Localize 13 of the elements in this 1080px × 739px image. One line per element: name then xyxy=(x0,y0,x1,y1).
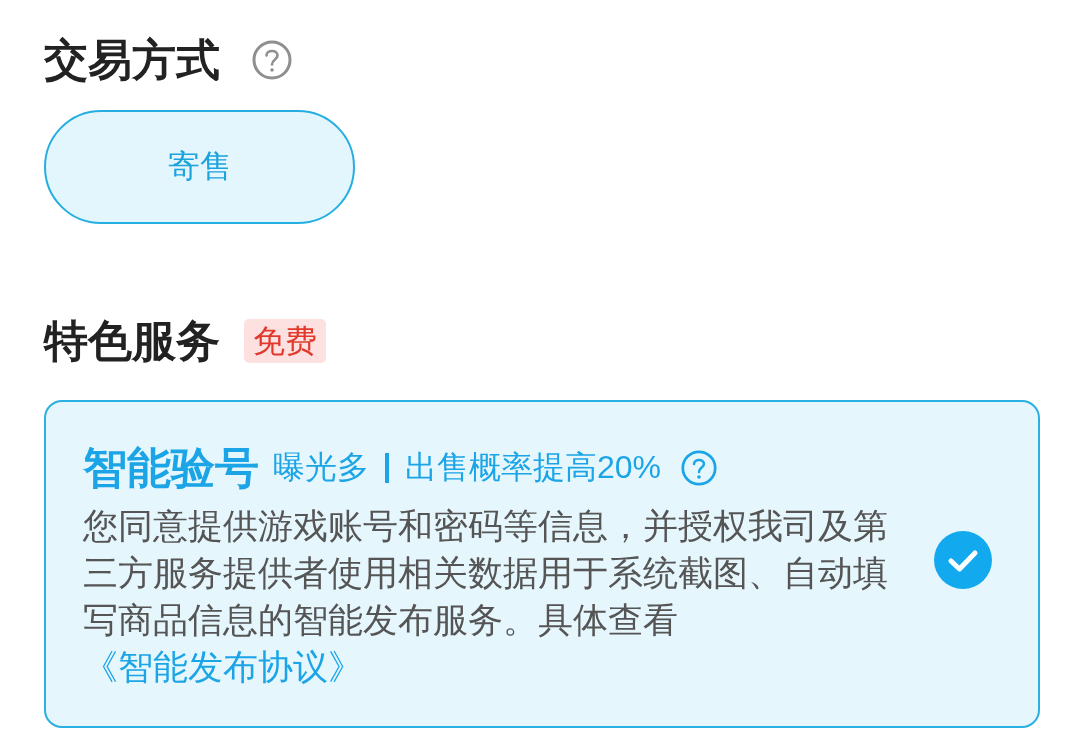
help-icon[interactable] xyxy=(252,40,292,80)
help-icon[interactable] xyxy=(681,450,718,486)
service-description: 您同意提供游戏账号和密码等信息，并授权我司及第三方服务提供者使用相关数据用于系统截图、自动填写商品信息的智能发布服务。具体查看 《智能发布协议》 xyxy=(83,506,889,688)
service-tagline: 曝光多 xyxy=(273,448,369,487)
free-badge: 免费 xyxy=(244,319,326,363)
section-title: 交易方式 xyxy=(44,34,220,86)
check-circle-icon[interactable] xyxy=(934,531,992,589)
service-card[interactable]: 智能验号 曝光多 出售概率提高20% 您同意提供游戏账号和密码等信息，并授权我司及第三方服务提供者使用相关数据用于系统截图、自动填写商品信息的智能发布服务。具体查看 《智能发布协议》 xyxy=(44,400,1040,728)
agreement-link[interactable]: 《智能发布协议》 xyxy=(83,648,363,686)
service-tagline: 出售概率提高20% xyxy=(405,448,662,487)
trade-option[interactable]: 寄售 xyxy=(44,110,355,224)
section-title: 特色服务 xyxy=(44,315,220,367)
service-name: 智能验号 xyxy=(83,441,259,494)
